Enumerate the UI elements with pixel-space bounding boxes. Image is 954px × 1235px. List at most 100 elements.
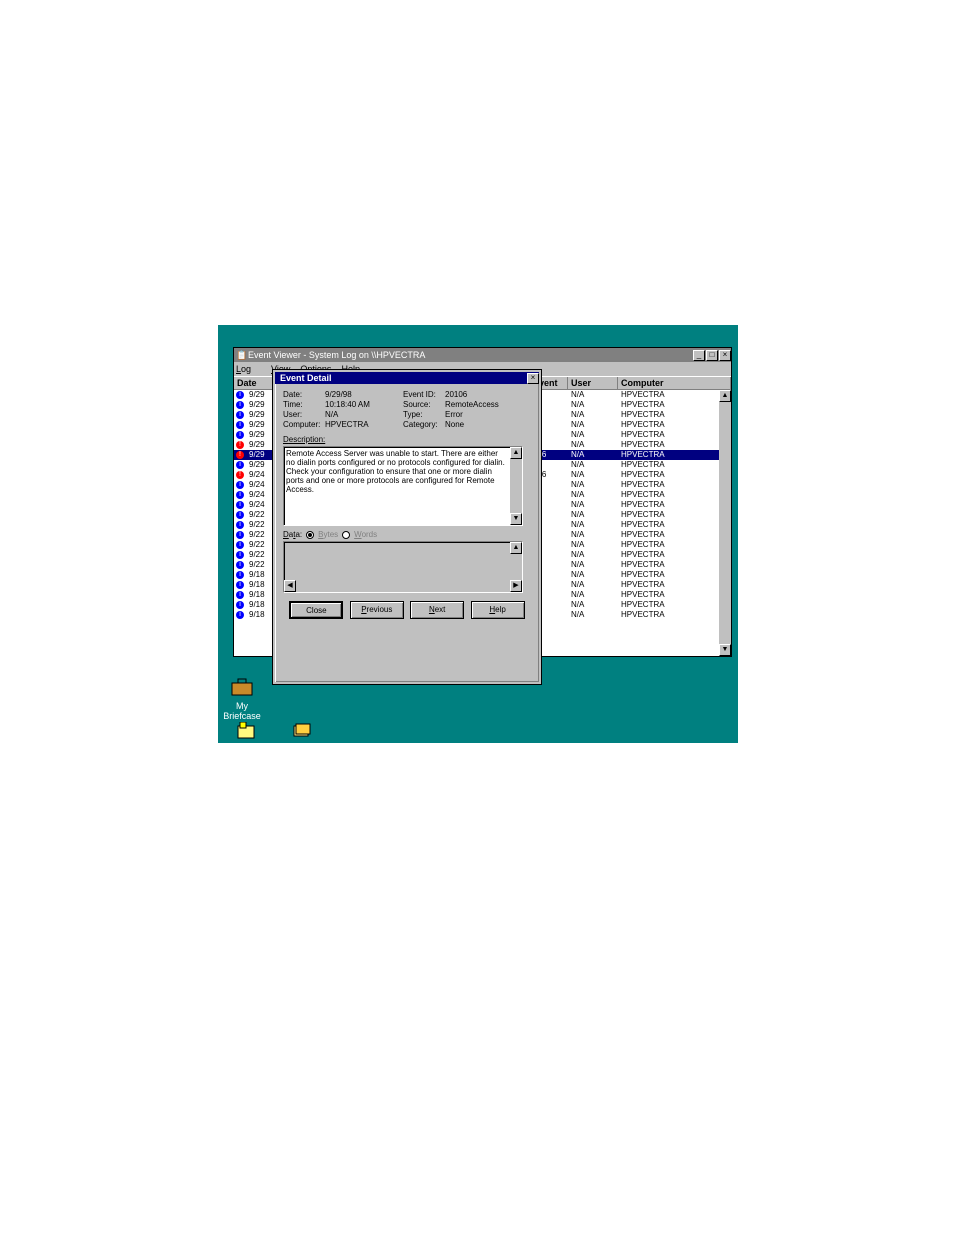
description-text: Remote Access Server was unable to start… (286, 449, 520, 494)
app-icon: 📋 (236, 350, 248, 361)
winfile-icon (290, 720, 314, 743)
cell-user: N/A (568, 550, 618, 560)
header-user[interactable]: User (568, 377, 618, 389)
event-viewer-titlebar[interactable]: 📋 Event Viewer - System Log on \\HPVECTR… (234, 348, 731, 362)
info-icon: i (236, 571, 244, 579)
help-button[interactable]: Help (471, 601, 525, 619)
info-icon: i (236, 521, 244, 529)
description-textbox[interactable]: Remote Access Server was unable to start… (283, 446, 523, 526)
cell-user: N/A (568, 470, 618, 480)
info-icon: i (236, 531, 244, 539)
scroll-down-button[interactable]: ▼ (719, 644, 731, 656)
value-category: None (445, 420, 464, 429)
menu-log[interactable]: Log (236, 364, 261, 374)
cell-computer: HPVECTRA (618, 400, 731, 410)
cell-user: N/A (568, 480, 618, 490)
info-icon: i (236, 501, 244, 509)
desktop-icon-winfile[interactable]: Winfile (278, 720, 326, 743)
cell-user: N/A (568, 500, 618, 510)
cell-user: N/A (568, 410, 618, 420)
cell-computer: HPVECTRA (618, 530, 731, 540)
cell-computer: HPVECTRA (618, 390, 731, 400)
radio-bytes-label: Bytes (318, 530, 338, 539)
cell-user: N/A (568, 400, 618, 410)
close-button[interactable]: Close (289, 601, 343, 619)
capture-icon (234, 720, 258, 743)
cell-user: N/A (568, 600, 618, 610)
value-source: RemoteAccess (445, 400, 499, 409)
cell-computer: HPVECTRA (618, 420, 731, 430)
desktop: My Briefcase Capture Winfile 📋 Event Vie… (218, 325, 738, 743)
info-icon: i (236, 551, 244, 559)
cell-computer: HPVECTRA (618, 610, 731, 620)
close-button[interactable]: × (719, 350, 731, 361)
label-date: Date: (283, 390, 325, 399)
value-type: Error (445, 410, 463, 419)
header-computer[interactable]: Computer (618, 377, 731, 389)
cell-user: N/A (568, 390, 618, 400)
desc-scroll-down[interactable]: ▼ (510, 513, 522, 525)
cell-computer: HPVECTRA (618, 580, 731, 590)
info-icon: i (236, 511, 244, 519)
desc-scroll-up[interactable]: ▲ (510, 447, 522, 459)
info-icon: i (236, 611, 244, 619)
cell-computer: HPVECTRA (618, 600, 731, 610)
label-event-id: Event ID: (403, 390, 445, 399)
error-icon: ! (236, 451, 244, 459)
scroll-up-button[interactable]: ▲ (719, 390, 731, 402)
cell-user: N/A (568, 530, 618, 540)
briefcase-icon (230, 675, 254, 699)
cell-user: N/A (568, 610, 618, 620)
data-scroll-right[interactable]: ▶ (510, 580, 522, 592)
value-user: N/A (325, 410, 403, 419)
previous-button[interactable]: Previous (350, 601, 404, 619)
window-title: Event Viewer - System Log on \\HPVECTRA (248, 350, 425, 360)
radio-words[interactable] (342, 531, 350, 539)
minimize-button[interactable]: _ (693, 350, 705, 361)
label-type: Type: (403, 410, 445, 419)
data-scroll-up[interactable]: ▲ (510, 542, 522, 554)
info-icon: i (236, 601, 244, 609)
label-category: Category: (403, 420, 445, 429)
cell-user: N/A (568, 510, 618, 520)
cell-user: N/A (568, 590, 618, 600)
cell-computer: HPVECTRA (618, 440, 731, 450)
next-button[interactable]: Next (410, 601, 464, 619)
maximize-button[interactable]: □ (706, 350, 718, 361)
info-icon: i (236, 461, 244, 469)
label-time: Time: (283, 400, 325, 409)
detail-titlebar[interactable]: Event Detail × (275, 372, 539, 384)
desktop-icon-label: My Briefcase (218, 701, 266, 721)
value-time: 10:18:40 AM (325, 400, 403, 409)
cell-computer: HPVECTRA (618, 450, 731, 460)
cell-computer: HPVECTRA (618, 570, 731, 580)
cell-user: N/A (568, 440, 618, 450)
cell-computer: HPVECTRA (618, 520, 731, 530)
info-icon: i (236, 481, 244, 489)
info-icon: i (236, 581, 244, 589)
desktop-icon-briefcase[interactable]: My Briefcase (218, 675, 266, 721)
desktop-icon-capture[interactable]: Capture (222, 720, 270, 743)
cell-user: N/A (568, 490, 618, 500)
data-textbox[interactable]: ▲ ▼ ◀ ▶ (283, 541, 523, 593)
value-date: 9/29/98 (325, 390, 403, 399)
cell-computer: HPVECTRA (618, 430, 731, 440)
cell-computer: HPVECTRA (618, 540, 731, 550)
info-icon: i (236, 491, 244, 499)
value-event-id: 20106 (445, 390, 467, 399)
cell-user: N/A (568, 420, 618, 430)
radio-bytes[interactable] (306, 531, 314, 539)
radio-words-label: Words (354, 530, 377, 539)
detail-close-icon[interactable]: × (527, 373, 539, 384)
info-icon: i (236, 391, 244, 399)
cell-user: N/A (568, 560, 618, 570)
value-computer: HPVECTRA (325, 420, 403, 429)
data-scroll-left[interactable]: ◀ (284, 580, 296, 592)
cell-computer: HPVECTRA (618, 490, 731, 500)
cell-computer: HPVECTRA (618, 480, 731, 490)
label-computer: Computer: (283, 420, 325, 429)
info-icon: i (236, 541, 244, 549)
vertical-scrollbar[interactable]: ▲ ▼ (719, 390, 731, 656)
label-source: Source: (403, 400, 445, 409)
cell-user: N/A (568, 430, 618, 440)
